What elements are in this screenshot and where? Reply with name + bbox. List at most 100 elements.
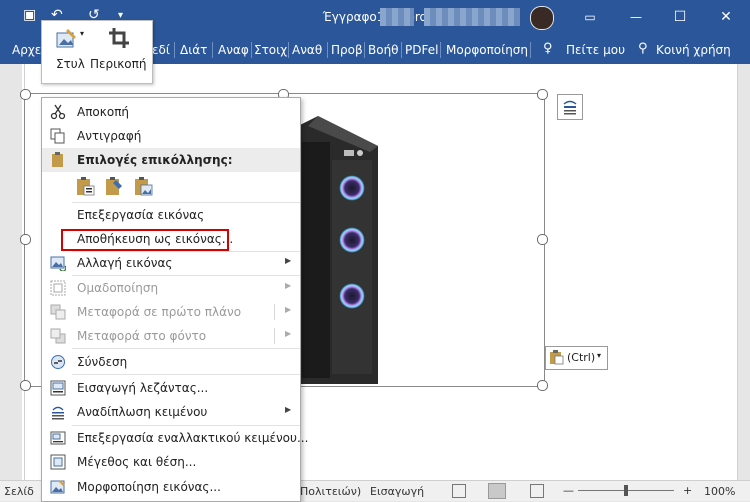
menu-item-label: Επεξεργασία εικόνας: [77, 208, 205, 222]
zoom-level[interactable]: 100%: [704, 485, 735, 498]
menu-item-label: Μορφοποίηση εικόνας...: [77, 480, 221, 494]
menu-item-change-picture[interactable]: Αλλαγή εικόνας ▶: [42, 251, 300, 275]
menu-item-cut[interactable]: Αποκοπή: [42, 100, 300, 124]
menu-item-edit-alt-text[interactable]: Επεξεργασία εναλλακτικού κειμένου...: [42, 426, 308, 450]
menu-item-group: Ομαδοποίηση ▶: [42, 276, 300, 300]
menu-item-size-and-position[interactable]: Μέγεθος και θέση...: [42, 450, 300, 474]
tab-help[interactable]: Βοήθ: [368, 43, 399, 57]
menu-item-label: Αναδίπλωση κειμένου: [77, 405, 208, 419]
wrap-text-icon: [52, 406, 64, 420]
resize-handle-right[interactable]: [537, 234, 548, 245]
close-button[interactable]: ✕: [704, 0, 748, 34]
minimize-button[interactable]: —: [614, 0, 658, 34]
chevron-down-icon[interactable]: ▾: [80, 29, 84, 38]
tab-pdfelement[interactable]: PDFel: [405, 43, 438, 57]
menu-item-insert-caption[interactable]: Εισαγωγή λεζάντας...: [42, 376, 300, 400]
print-layout-icon[interactable]: [488, 483, 506, 499]
context-menu: Αποκοπή Αντιγραφή Επιλογές επικόλλησης: …: [41, 97, 308, 502]
page-count[interactable]: Σελίδ: [4, 485, 34, 498]
lightbulb-icon[interactable]: ♀: [543, 41, 553, 56]
tab-separator: [288, 42, 289, 58]
user-avatar[interactable]: [530, 6, 554, 30]
link-icon: [51, 355, 65, 369]
resize-handle-left[interactable]: [20, 234, 31, 245]
zoom-in-button[interactable]: +: [683, 484, 692, 497]
menu-item-link[interactable]: Σύνδεση: [42, 350, 300, 374]
tab-picture-format[interactable]: Μορφοποίηση: [446, 43, 528, 57]
crop-button[interactable]: Περικοπή: [90, 57, 146, 71]
size-position-icon: [50, 454, 66, 470]
alt-text-icon: [50, 431, 66, 445]
paste-merge-format-icon[interactable]: [104, 176, 124, 196]
menu-item-label: Αλλαγή εικόνας: [77, 256, 173, 270]
tab-separator: [364, 42, 365, 58]
tab-mailings[interactable]: Στοιχ: [254, 43, 287, 57]
menu-item-label: Ομαδοποίηση: [77, 281, 159, 295]
menu-item-paste-options: Επιλογές επικόλλησης:: [42, 148, 300, 172]
menu-item-label: Επιλογές επικόλλησης:: [77, 153, 233, 167]
copy-icon: [50, 128, 65, 144]
menu-separator: [72, 202, 300, 203]
share-button[interactable]: Κοινή χρήση: [656, 43, 731, 57]
menu-item-format-picture[interactable]: Μορφοποίηση εικόνας...: [42, 475, 300, 499]
menu-item-send-to-back: Μεταφορά στο φόντο ▶: [42, 324, 300, 348]
web-layout-icon[interactable]: [530, 484, 544, 498]
resize-handle-bottom-left[interactable]: [20, 380, 31, 391]
ribbon-display-options-icon[interactable]: ▭: [568, 0, 612, 34]
zoom-out-button[interactable]: —: [563, 484, 574, 497]
resize-handle-top-left[interactable]: [20, 89, 31, 100]
tab-review[interactable]: Αναθ: [292, 43, 322, 57]
split-separator: [274, 328, 275, 344]
paste-picture-icon[interactable]: [133, 176, 153, 196]
chevron-right-icon: ▶: [285, 329, 292, 338]
maximize-button[interactable]: ☐: [658, 0, 702, 34]
split-separator: [274, 304, 275, 320]
tab-design[interactable]: Διάτ: [180, 43, 207, 57]
style-button[interactable]: Στυλ: [56, 57, 85, 71]
crop-icon[interactable]: [108, 27, 130, 49]
zoom-slider-thumb[interactable]: [624, 485, 628, 496]
layout-options-button[interactable]: [557, 94, 583, 120]
paste-keep-source-icon[interactable]: [75, 176, 95, 196]
clipboard-icon: [52, 152, 63, 167]
menu-item-label: Αντιγραφή: [77, 129, 142, 143]
read-mode-icon[interactable]: [452, 484, 466, 498]
account-email-blurred: [424, 8, 520, 26]
menu-item-label: Εισαγωγή λεζάντας...: [77, 381, 209, 395]
scissors-icon: [50, 104, 66, 120]
highlight-annotation: [61, 229, 229, 251]
resize-handle-top-right[interactable]: [537, 89, 548, 100]
insert-mode-indicator[interactable]: Εισαγωγή: [370, 485, 424, 498]
chevron-right-icon: ▶: [285, 305, 292, 314]
paste-options-button[interactable]: (Ctrl) ▾: [545, 346, 608, 370]
menu-item-label: Επεξεργασία εναλλακτικού κειμένου...: [77, 431, 309, 445]
picture-style-icon[interactable]: [56, 27, 78, 49]
tab-file[interactable]: Αρχε: [12, 43, 41, 57]
mini-toolbar: ▾ Στυλ Περικοπή: [41, 20, 153, 84]
account-name-blurred: [380, 8, 414, 26]
share-person-icon[interactable]: ⚲: [638, 41, 648, 56]
tab-separator: [327, 42, 328, 58]
tab-layout[interactable]: εδί: [152, 43, 170, 57]
tell-me-search[interactable]: Πείτε μου: [566, 43, 625, 57]
language-indicator[interactable]: Πολιτειών): [300, 485, 361, 498]
tab-separator: [440, 42, 441, 58]
menu-item-copy[interactable]: Αντιγραφή: [42, 124, 300, 148]
tab-separator: [212, 42, 213, 58]
resize-handle-bottom-right[interactable]: [537, 380, 548, 391]
group-icon: [50, 280, 66, 296]
menu-separator: [72, 374, 300, 375]
tab-separator: [530, 42, 531, 58]
tab-separator: [174, 42, 175, 58]
bring-to-front-icon: [50, 304, 66, 320]
tab-view[interactable]: Προβ: [331, 43, 363, 57]
paste-options-label: (Ctrl): [567, 351, 596, 364]
chevron-right-icon: ▶: [285, 281, 292, 290]
clipboard-icon: [550, 350, 564, 365]
layout-options-icon: [563, 100, 577, 115]
menu-item-label: Μεταφορά σε πρώτο πλάνο: [77, 305, 242, 319]
send-to-back-icon: [50, 328, 66, 344]
tab-references[interactable]: Αναφ: [218, 43, 249, 57]
menu-item-wrap-text[interactable]: Αναδίπλωση κειμένου ▶: [42, 400, 300, 424]
menu-item-label: Αποκοπή: [77, 105, 130, 119]
